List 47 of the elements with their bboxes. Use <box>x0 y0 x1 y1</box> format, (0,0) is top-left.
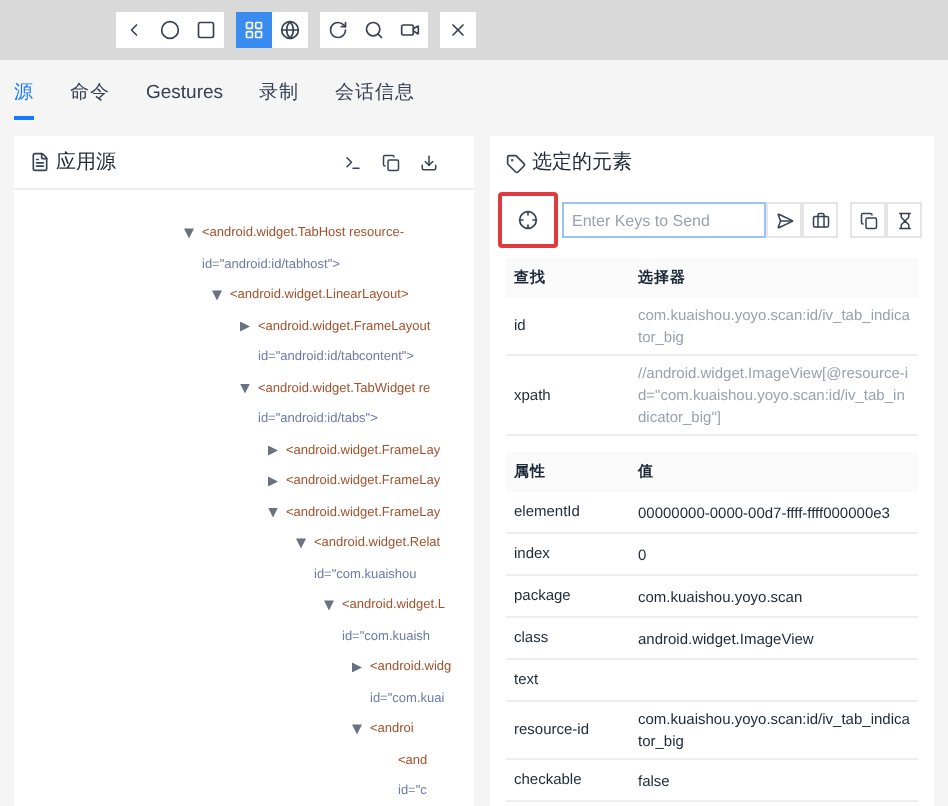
clear-button[interactable] <box>802 202 838 238</box>
native-mode-icon <box>244 20 264 40</box>
expand-toggle-icon[interactable] <box>352 724 362 735</box>
crosshair-icon <box>518 210 538 230</box>
expand-toggle-icon[interactable] <box>240 321 250 332</box>
send-icon <box>775 211 793 229</box>
copy-button[interactable] <box>850 202 886 238</box>
tab[interactable]: Gestures <box>146 79 224 120</box>
keys-input-field[interactable]: Enter Keys to Send <box>562 202 766 238</box>
expand-toggle-icon[interactable] <box>240 383 250 394</box>
record-button[interactable] <box>392 12 428 48</box>
home-icon <box>160 20 180 40</box>
expand-toggle-icon[interactable] <box>268 507 278 518</box>
panel-title: 应用源 <box>56 149 118 177</box>
record-icon <box>400 20 420 40</box>
copy-icon[interactable] <box>382 153 400 171</box>
expand-toggle-icon[interactable] <box>268 445 278 456</box>
expand-toggle-icon[interactable] <box>324 600 334 611</box>
refresh-button[interactable] <box>320 12 356 48</box>
download-icon[interactable] <box>420 153 438 171</box>
tab[interactable]: 源 <box>14 79 34 120</box>
timing-button[interactable] <box>886 202 922 238</box>
expand-toggle-icon[interactable] <box>184 228 194 239</box>
panel-title: 选定的元素 <box>532 149 632 178</box>
refresh-icon <box>328 20 348 40</box>
close-button[interactable] <box>440 12 476 48</box>
search-icon <box>364 20 384 40</box>
briefcase-icon <box>811 211 829 229</box>
app-switch-icon <box>196 20 216 40</box>
expand-toggle-icon[interactable] <box>296 538 306 549</box>
web-mode-button[interactable] <box>272 12 308 48</box>
close-icon <box>448 20 468 40</box>
tag-icon <box>506 153 526 173</box>
file-icon <box>30 152 50 172</box>
terminal-icon[interactable] <box>344 153 362 171</box>
locate-button[interactable] <box>498 192 558 248</box>
tab[interactable]: 命令 <box>70 79 110 120</box>
expand-toggle-icon[interactable] <box>352 662 362 673</box>
expand-toggle-icon[interactable] <box>268 476 278 487</box>
web-mode-icon <box>280 20 300 40</box>
hourglass-icon <box>895 211 913 229</box>
send-button[interactable] <box>766 202 802 238</box>
tab[interactable]: 会话信息 <box>335 79 416 120</box>
expand-toggle-icon[interactable] <box>212 290 222 301</box>
app-switch-button[interactable] <box>188 12 224 48</box>
tab[interactable]: 录制 <box>259 79 300 120</box>
copy-icon <box>859 211 877 229</box>
